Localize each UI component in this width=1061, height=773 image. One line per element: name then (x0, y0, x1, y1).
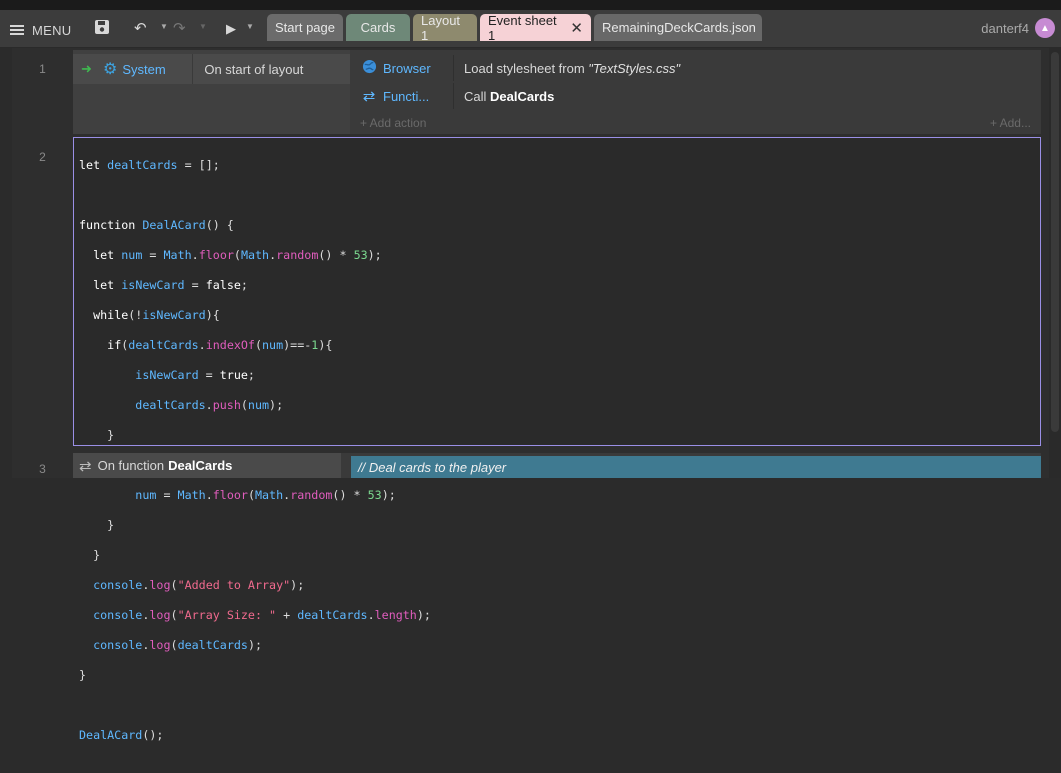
comment-row[interactable]: // Deal cards to the player (351, 456, 1041, 478)
code-line: } (79, 548, 101, 562)
add-more-button[interactable]: + Add... (990, 116, 1031, 130)
tab-label: Cards (360, 20, 396, 35)
action-text: Call DealCards (464, 88, 555, 104)
code-line: let dealtCards = []; (79, 158, 220, 172)
tab-event-sheet-1[interactable]: Event sheet 1 ✕ (480, 12, 591, 43)
code-line: } (79, 518, 115, 532)
gear-icon: ⚙ (103, 61, 118, 78)
code-line: let isNewCard = false; (93, 278, 248, 292)
username[interactable]: danterf4 (981, 21, 1029, 36)
code-line: console.log("Array Size: " + dealtCards.… (93, 608, 431, 622)
function-name: DealCards (168, 458, 233, 473)
script-block[interactable]: let dealtCards = []; function DealACard(… (73, 137, 1041, 742)
function-icon: ⇄ (79, 457, 92, 475)
tab-layout-1[interactable]: Layout 1 (413, 12, 477, 43)
code-line: if(dealtCards.indexOf(num)==-1){ (107, 338, 333, 352)
action-row[interactable]: Browser Load stylesheet from "TextStyles… (359, 55, 680, 81)
hamburger-icon (10, 23, 24, 37)
tab-label: Layout 1 (421, 12, 461, 43)
play-icon[interactable]: ▶ (226, 19, 236, 39)
close-tab-icon[interactable]: ✕ (570, 19, 583, 37)
condition-text: On start of layout (204, 61, 304, 77)
condition-row[interactable]: ➜ ⚙ System On start of layout (73, 54, 350, 84)
tab-label: Start page (275, 20, 335, 35)
divider (453, 55, 454, 81)
code-line: dealtCards.push(num); (135, 398, 284, 412)
divider (192, 54, 194, 84)
action-object: Functi... (383, 88, 430, 104)
code-line: let num = Math.floor(Math.random() * 53)… (93, 248, 382, 262)
tab-label: Event sheet 1 (488, 12, 557, 43)
line-number: 2 (39, 150, 46, 164)
tab-label: RemainingDeckCards.json (602, 20, 756, 35)
save-icon[interactable] (94, 19, 110, 41)
action-row[interactable]: ⇄ Functi... Call DealCards (359, 83, 554, 109)
scrollbar-thumb[interactable] (1051, 52, 1059, 432)
code-line: console.log("Added to Array"); (93, 578, 305, 592)
line-number: 1 (39, 62, 46, 76)
title-strip (0, 0, 1061, 10)
function-condition[interactable]: ⇄ On function DealCards (73, 453, 341, 478)
code-line: num = Math.floor(Math.random() * 53); (135, 488, 396, 502)
action-object: Browser (383, 60, 431, 76)
menu-label: MENU (32, 22, 72, 38)
account-icon[interactable]: ▲ (1035, 18, 1055, 38)
menu-button[interactable]: MENU (10, 19, 71, 41)
line-number: 3 (39, 462, 46, 476)
tab-start-page[interactable]: Start page (267, 14, 343, 41)
function-event-block[interactable]: ⇄ On function DealCards // Deal cards to… (73, 453, 1041, 478)
undo-icon[interactable]: ↶ (134, 19, 147, 39)
event-sheet: 1 2 3 ➜ ⚙ System On start of layout Brow… (12, 48, 1049, 742)
code-line: console.log(dealtCards); (93, 638, 263, 652)
action-text: Load stylesheet from "TextStyles.css" (464, 60, 681, 76)
code-line: DealACard(); (79, 728, 164, 742)
main-toolbar: MENU ↶ ▼ ↷ ▼ ▶ ▼ Start page Cards Layout… (0, 10, 1061, 48)
code-line: isNewCard = true; (135, 368, 255, 382)
trigger-arrow-icon: ➜ (81, 61, 92, 76)
globe-icon (359, 59, 379, 78)
tab-cards[interactable]: Cards (346, 14, 410, 41)
redo-icon[interactable]: ↷ (173, 19, 186, 39)
divider (453, 83, 454, 109)
vertical-scrollbar[interactable] (1049, 48, 1061, 478)
condition-prefix: On function (97, 458, 165, 473)
code-line: } (79, 428, 115, 442)
condition-object: System (122, 61, 166, 77)
condition-column: ➜ ⚙ System On start of layout (73, 50, 350, 134)
add-action-button[interactable]: + Add action (360, 116, 426, 130)
undo-dropdown-icon[interactable]: ▼ (160, 22, 168, 31)
code-line: } (79, 668, 87, 682)
play-dropdown-icon[interactable]: ▼ (246, 22, 254, 31)
code-line: while(!isNewCard){ (93, 308, 220, 322)
redo-dropdown-icon[interactable]: ▼ (199, 22, 207, 31)
event-block[interactable]: ➜ ⚙ System On start of layout Browser Lo… (73, 50, 1041, 134)
line-gutter: 1 2 3 (12, 48, 73, 478)
tab-remaining-deck-cards[interactable]: RemainingDeckCards.json (594, 14, 762, 41)
function-icon: ⇄ (362, 88, 376, 105)
code-line: function DealACard() { (79, 218, 234, 232)
